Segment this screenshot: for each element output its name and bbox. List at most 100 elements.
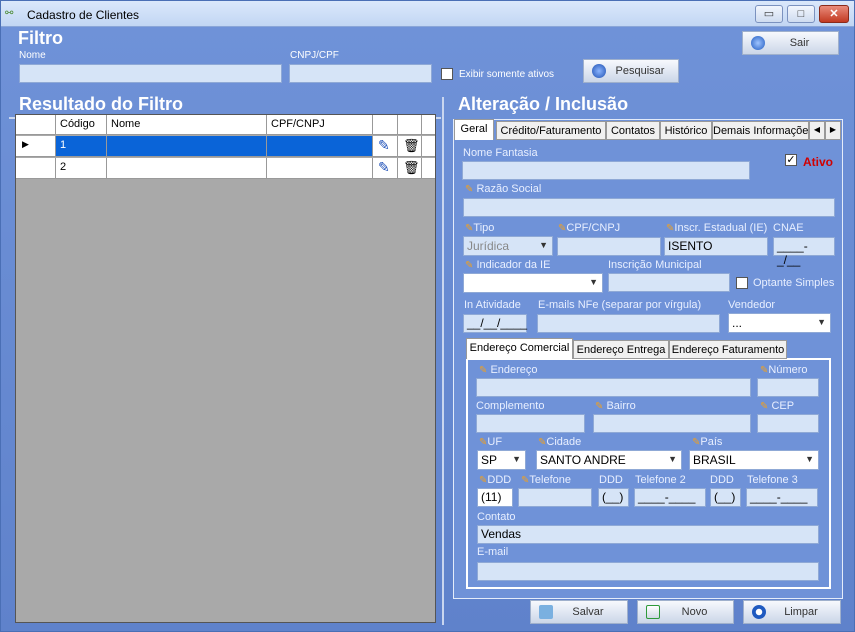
edit-pencil-icon[interactable]: ✎ xyxy=(373,158,398,178)
form-body: Filtro Nome CNPJ/CPF Exibir somente ativ… xyxy=(1,27,854,631)
ie-input[interactable]: ISENTO xyxy=(664,237,768,256)
search-button[interactable]: Pesquisar xyxy=(583,59,679,83)
complemento-input[interactable] xyxy=(476,414,585,433)
grid-header-delete xyxy=(398,115,422,134)
only-active-checkbox[interactable] xyxy=(441,68,453,80)
delete-trash-icon[interactable]: 🗑 xyxy=(398,158,422,178)
tab-scroll-right-icon[interactable]: ▶ xyxy=(825,121,841,140)
window-title: Cadastro de Clientes xyxy=(27,8,140,22)
indicador-label-text: Indicador da IE xyxy=(476,259,551,271)
tab-endereco-entrega[interactable]: Endereço Entrega xyxy=(573,340,669,359)
tab-credito[interactable]: Crédito/Faturamento xyxy=(496,121,606,140)
cidade-label: ✎Cidade xyxy=(538,436,581,448)
indicador-ie-label: ✎ Indicador da IE xyxy=(465,259,550,271)
contato-input[interactable]: Vendas xyxy=(477,525,819,544)
cell-nome[interactable] xyxy=(107,136,267,156)
tab-scroll-left-icon[interactable]: ◀ xyxy=(809,121,825,140)
telefone-label-text: Telefone xyxy=(529,474,571,486)
cnpj-label: CNPJ/CPF xyxy=(290,50,339,61)
tab-endereco-faturamento[interactable]: Endereço Faturamento xyxy=(669,340,787,359)
delete-trash-icon[interactable]: 🗑 xyxy=(398,136,422,156)
cep-label: ✎ CEP xyxy=(760,400,794,412)
table-row[interactable]: ▶ 1 ✎ 🗑 xyxy=(16,136,435,157)
minimize-button[interactable]: ▭ xyxy=(755,5,783,23)
indicador-ie-select[interactable]: ▼ xyxy=(463,273,603,293)
tab-geral[interactable]: Geral xyxy=(454,119,494,140)
ddd2-input[interactable]: (__) xyxy=(598,488,629,507)
tab-contatos[interactable]: Contatos xyxy=(606,121,660,140)
only-active-label: Exibir somente ativos xyxy=(459,69,555,80)
razao-social-label-text: Razão Social xyxy=(476,183,542,195)
cell-cpf[interactable] xyxy=(267,158,373,178)
telefone2-label: Telefone 2 xyxy=(635,474,686,486)
ddd3-input[interactable]: (__) xyxy=(710,488,741,507)
clear-button[interactable]: Limpar xyxy=(743,600,841,624)
uf-select[interactable]: SP ▼ xyxy=(477,450,526,470)
inscricao-municipal-input[interactable] xyxy=(608,273,730,292)
telefone3-input[interactable]: ____-____ xyxy=(746,488,818,507)
grid-header-edit xyxy=(373,115,398,134)
bairro-label-text: Bairro xyxy=(606,400,636,412)
ddd-label: ✎DDD xyxy=(479,474,511,486)
optante-simples-checkbox[interactable] xyxy=(736,277,748,289)
tipo-value: Jurídica xyxy=(467,239,510,253)
numero-input[interactable] xyxy=(757,378,819,397)
pais-value: BRASIL xyxy=(693,453,736,467)
chevron-down-icon: ▼ xyxy=(805,454,814,464)
chevron-down-icon: ▼ xyxy=(512,454,521,464)
ddd-input[interactable]: (11) xyxy=(477,488,513,507)
grid-header-nome[interactable]: Nome xyxy=(107,115,267,134)
cell-cpf[interactable] xyxy=(267,136,373,156)
clear-button-label: Limpar xyxy=(784,606,818,618)
cep-input[interactable] xyxy=(757,414,819,433)
telefone2-input[interactable]: ____-____ xyxy=(634,488,706,507)
ativo-checkbox[interactable]: ✓ xyxy=(785,154,797,166)
filter-nome-input[interactable] xyxy=(19,64,282,83)
cidade-select[interactable]: SANTO ANDRE ▼ xyxy=(536,450,682,470)
telefone-input[interactable] xyxy=(518,488,592,507)
cell-nome[interactable] xyxy=(107,158,267,178)
grid-header-cpf[interactable]: CPF/CNPJ xyxy=(267,115,373,134)
close-button[interactable]: ✕ xyxy=(819,5,849,23)
tab-endereco-comercial[interactable]: Endereço Comercial xyxy=(466,338,573,359)
maximize-button[interactable]: □ xyxy=(787,5,815,23)
tab-historico[interactable]: Histórico xyxy=(660,121,712,140)
results-grid[interactable]: Código Nome CPF/CNPJ ▶ 1 ✎ 🗑 2 ✎ 🗑 xyxy=(15,114,436,623)
filter-cnpj-input[interactable] xyxy=(289,64,432,83)
ddd2-label: DDD xyxy=(599,474,623,486)
cell-codigo[interactable]: 2 xyxy=(56,158,107,178)
complemento-label: Complemento xyxy=(476,400,545,412)
cpfcnpj-input[interactable] xyxy=(557,237,661,256)
numero-label: ✎Número xyxy=(760,364,808,376)
email-input[interactable] xyxy=(477,562,819,581)
new-button[interactable]: Novo xyxy=(637,600,734,624)
save-button-label: Salvar xyxy=(572,606,604,618)
cnae-input[interactable]: ____-_/__ xyxy=(773,237,835,267)
save-button[interactable]: Salvar xyxy=(530,600,628,624)
uf-label-text: UF xyxy=(487,436,503,448)
bairro-input[interactable] xyxy=(593,414,751,433)
grid-header-codigo[interactable]: Código xyxy=(56,115,107,134)
razao-social-input[interactable] xyxy=(463,198,835,217)
tipo-label: ✎Tipo xyxy=(465,222,494,234)
edit-heading: Alteração / Inclusão xyxy=(458,94,629,114)
cell-codigo[interactable]: 1 xyxy=(56,136,107,156)
emails-nfe-label: E-mails NFe (separar por vírgula) xyxy=(538,299,702,311)
tab-demais[interactable]: Demais Informaçõe xyxy=(712,121,809,140)
edit-pencil-icon[interactable]: ✎ xyxy=(373,136,398,156)
endereco-input[interactable] xyxy=(476,378,751,397)
exit-button[interactable]: Sair xyxy=(742,31,839,55)
ie-label-text: Inscr. Estadual (IE) xyxy=(674,222,768,234)
main-window: ⚯ Cadastro de Clientes ▭ □ ✕ Filtro Nome… xyxy=(0,0,855,632)
inatividade-input[interactable]: __/__/____ xyxy=(463,314,527,333)
pais-label: ✎País xyxy=(692,436,722,448)
vendedor-select[interactable]: ... ▼ xyxy=(728,313,831,333)
emails-nfe-input[interactable] xyxy=(537,314,720,333)
table-row[interactable]: 2 ✎ 🗑 xyxy=(16,158,435,179)
required-pen-icon: ✎ xyxy=(760,401,769,412)
ddd-label-text: DDD xyxy=(487,474,512,486)
nome-fantasia-input[interactable] xyxy=(462,161,750,180)
pais-select[interactable]: BRASIL ▼ xyxy=(689,450,819,470)
tipo-select[interactable]: Jurídica ▼ xyxy=(463,236,553,256)
endereco-label-text: Endereço xyxy=(490,364,538,376)
